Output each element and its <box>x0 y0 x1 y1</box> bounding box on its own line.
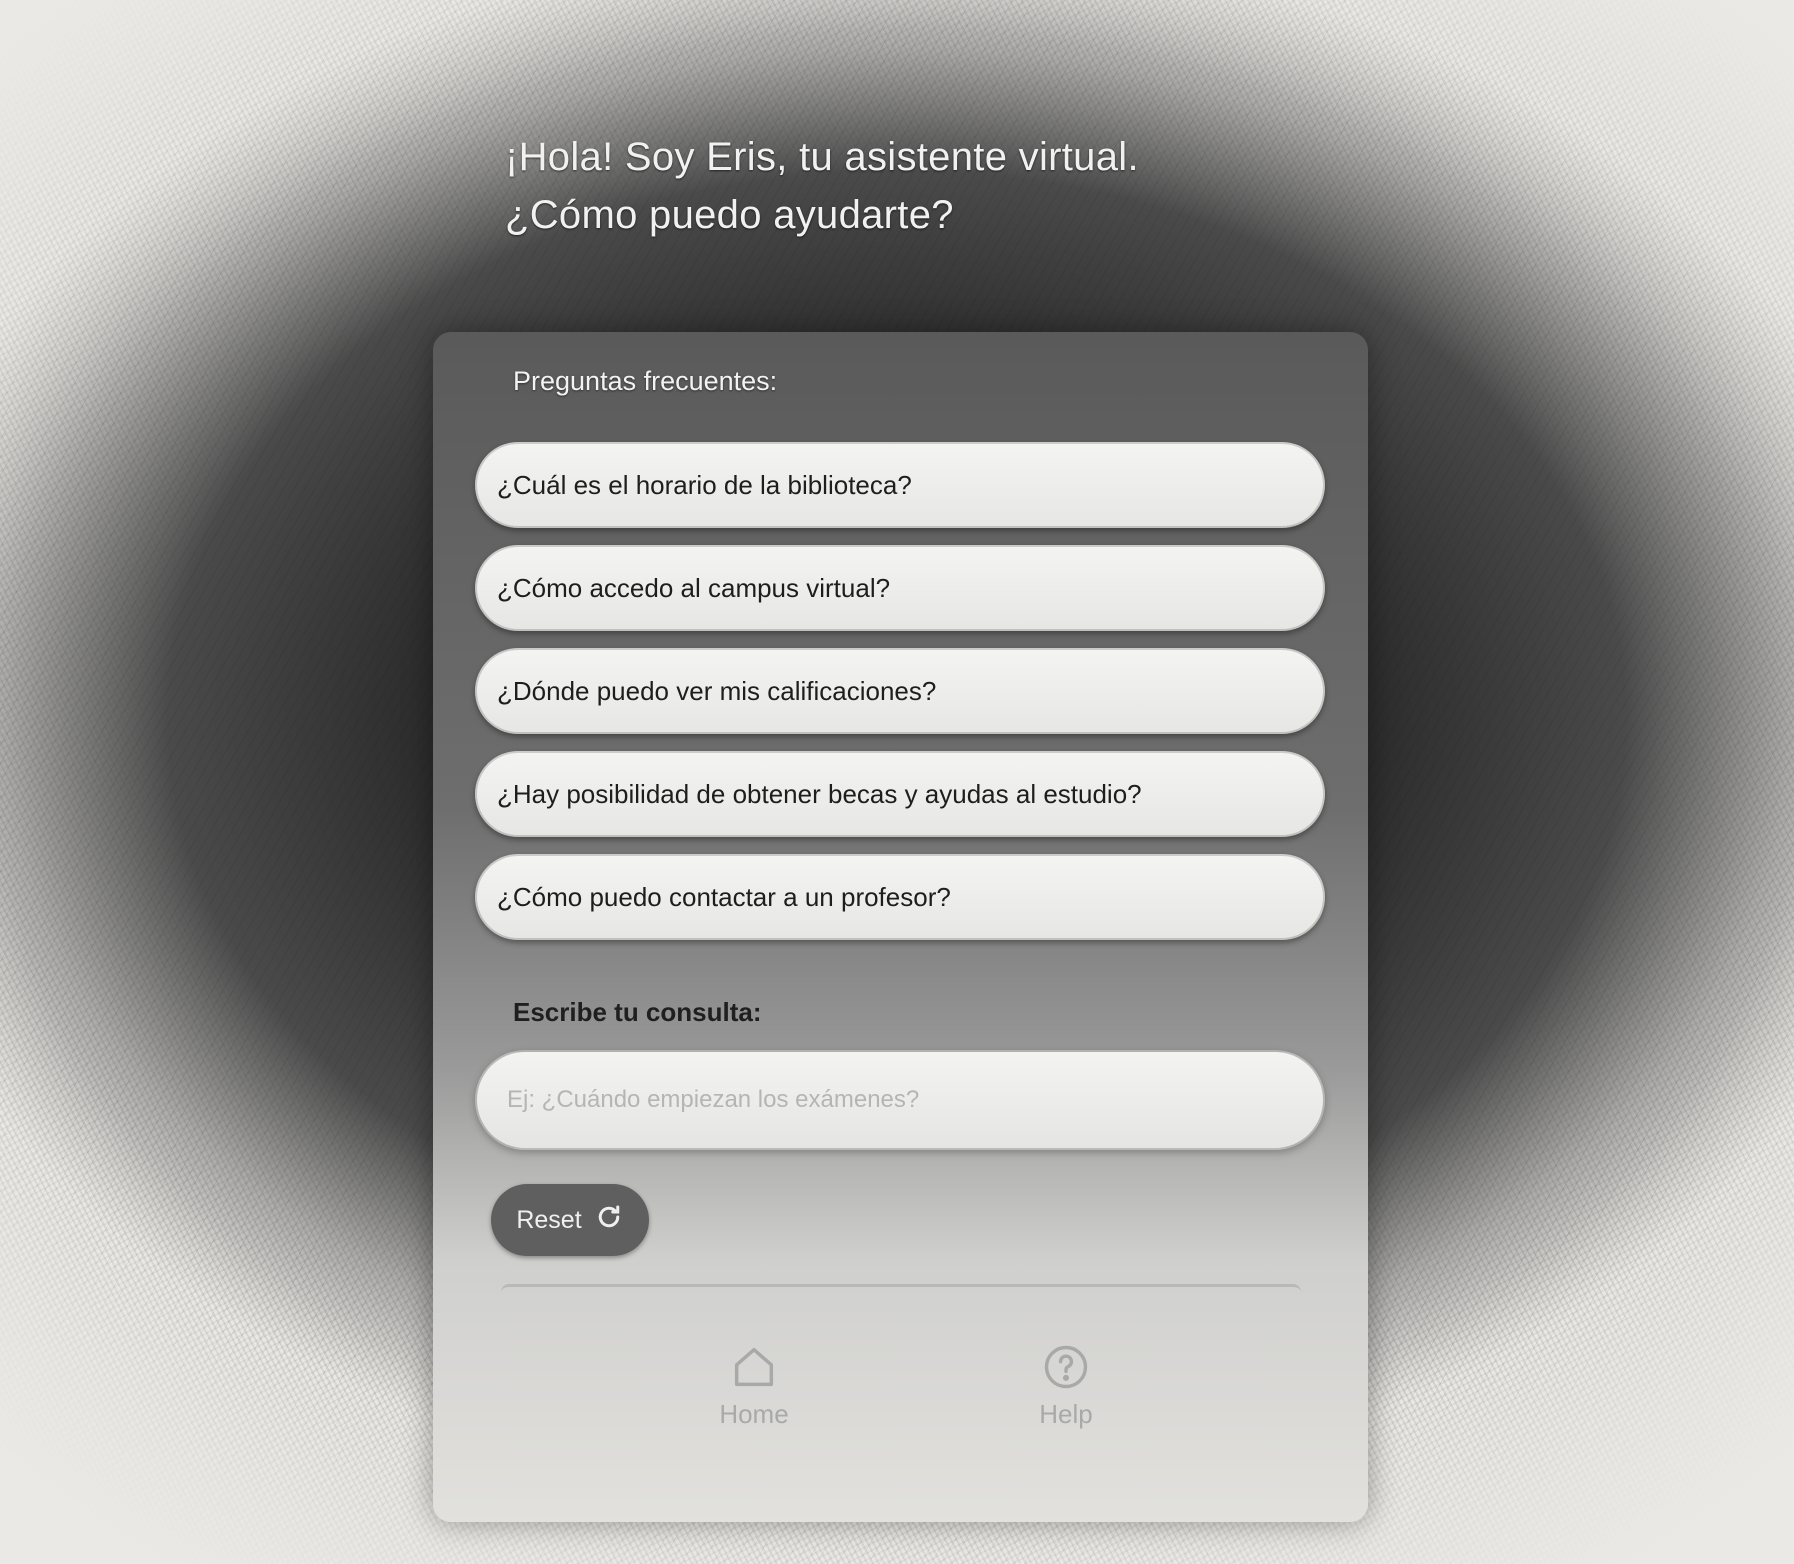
nav-home-label: Home <box>719 1399 789 1429</box>
nav-help[interactable]: Help <box>996 1341 1136 1430</box>
faq-item-grades[interactable]: ¿Dónde puedo ver mis calificaciones? <box>475 648 1325 734</box>
faq-item-contact-professor[interactable]: ¿Cómo puedo contactar a un profesor? <box>475 854 1325 940</box>
bottom-nav: Home Help <box>501 1284 1301 1487</box>
greeting-line-1: ¡Hola! Soy Eris, tu asistente virtual. <box>505 135 1139 179</box>
greeting: ¡Hola! Soy Eris, tu asistente virtual. ¿… <box>505 128 1139 244</box>
help-icon <box>996 1341 1136 1393</box>
faq-list: ¿Cuál es el horario de la biblioteca? ¿C… <box>475 442 1325 957</box>
reset-button[interactable]: Reset <box>491 1184 649 1256</box>
faq-title: Preguntas frecuentes: <box>513 366 778 396</box>
faq-item-campus-access[interactable]: ¿Cómo accedo al campus virtual? <box>475 545 1325 631</box>
query-label: Escribe tu consulta: <box>513 997 762 1027</box>
query-input[interactable] <box>475 1050 1325 1150</box>
greeting-line-2: ¿Cómo puedo ayudarte? <box>505 193 954 237</box>
nav-help-label: Help <box>1039 1399 1093 1429</box>
chat-panel: Preguntas frecuentes: ¿Cuál es el horari… <box>433 332 1368 1522</box>
nav-home[interactable]: Home <box>684 1341 824 1430</box>
refresh-icon <box>594 1202 624 1239</box>
faq-item-scholarships[interactable]: ¿Hay posibilidad de obtener becas y ayud… <box>475 751 1325 837</box>
home-icon <box>684 1341 824 1393</box>
reset-label: Reset <box>516 1205 582 1234</box>
faq-item-library-hours[interactable]: ¿Cuál es el horario de la biblioteca? <box>475 442 1325 528</box>
